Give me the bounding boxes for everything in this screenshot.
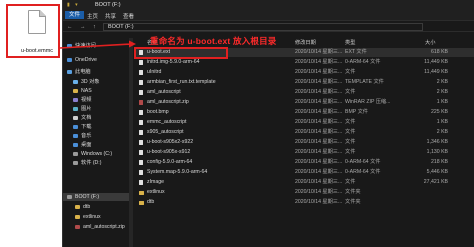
- file-icon: [139, 120, 143, 125]
- folder-icon: [139, 191, 144, 195]
- table-row[interactable]: config-5.9.0-arm-64 2020/10/14 星期三... 0-AR…: [135, 158, 474, 167]
- file-icon: [139, 160, 143, 165]
- sidebar-item-drive-d[interactable]: 软件 (D:): [73, 159, 101, 167]
- zip-icon: [75, 224, 80, 229]
- document-icon: [73, 115, 78, 120]
- table-row[interactable]: extlinux 2020/10/14 星期三... 文件夹: [135, 188, 474, 197]
- table-row[interactable]: initrd.img-5.9.0-arm-64 2020/10/14 星期三...…: [135, 58, 474, 67]
- table-row[interactable]: boot.bmp 2020/10/14 星期三... BMP 文件 225 KB: [135, 108, 474, 117]
- annotation-text: 重命名为 u-boot.ext 放入根目录: [150, 36, 277, 46]
- tab-view[interactable]: 查看: [123, 12, 134, 20]
- file-list: 名称 修改日期 类型 大小 u-boot.ext 2020/10/14 星期三..…: [135, 34, 474, 247]
- tab-share[interactable]: 共享: [105, 12, 116, 20]
- folder-icon: [73, 88, 78, 93]
- table-row[interactable]: emmc_autoscript 2020/10/14 星期三... 文件 1 KB: [135, 118, 474, 127]
- table-row[interactable]: u-boot-s905x-s912 2020/10/14 星期三... 文件 1,13…: [135, 148, 474, 157]
- tab-file[interactable]: 文件: [65, 11, 85, 19]
- computer-icon: [67, 69, 72, 74]
- navigation-pane: 快速访问 OneDrive 此电脑 3D 对象 NAS 视频 图片 文档 下载 …: [63, 38, 129, 247]
- folder-icon: [139, 201, 144, 205]
- file-icon: [139, 60, 143, 65]
- sidebar-item-desktop[interactable]: 桌面: [73, 141, 91, 149]
- sidebar-item-music[interactable]: 音乐: [73, 132, 91, 140]
- file-icon: [139, 70, 143, 75]
- sidebar-item-quick-access[interactable]: 快速访问: [67, 42, 96, 50]
- star-icon: [67, 43, 72, 48]
- picture-icon: [73, 106, 78, 111]
- pane-splitter[interactable]: [129, 38, 133, 247]
- cube-icon: [73, 79, 78, 84]
- sidebar-item-videos[interactable]: 视频: [73, 96, 91, 104]
- desktop-icon: [73, 142, 78, 147]
- table-row[interactable]: aml_autoscript.zip 2020/10/14 星期三... WinRA…: [135, 98, 474, 107]
- music-icon: [73, 133, 78, 138]
- file-icon: [139, 80, 143, 85]
- drive-icon: [67, 194, 72, 199]
- file-icon: [139, 140, 143, 145]
- table-row[interactable]: uInitrd 2020/10/14 星期三... 文件 11,449 KB: [135, 68, 474, 77]
- ribbon: 文件 主页 共享 查看: [63, 10, 474, 21]
- title-bar: ▮ ▾ BOOT (F:): [63, 0, 474, 10]
- file-icon: [139, 110, 143, 115]
- sidebar-item-dtb[interactable]: dtb: [75, 203, 90, 211]
- sidebar-item-aml-autoscript-zip[interactable]: aml_autoscript.zip: [75, 223, 125, 231]
- annotation-highlight-row: [134, 47, 228, 59]
- file-icon: [139, 130, 143, 135]
- table-row[interactable]: s905_autoscript 2020/10/14 星期三... 文件 2 KB: [135, 128, 474, 137]
- table-row[interactable]: armbian_first_run.txt.template 2020/10/14…: [135, 78, 474, 87]
- file-icon: [139, 170, 143, 175]
- sidebar-item-drive-c[interactable]: Windows (C:): [73, 150, 112, 158]
- address-bar[interactable]: BOOT (F:): [103, 23, 423, 31]
- folder-icon: [75, 214, 80, 219]
- folder-icon: [75, 204, 80, 209]
- address-path: BOOT (F:): [108, 24, 134, 30]
- drive-icon: [73, 160, 78, 165]
- table-row[interactable]: System.map-5.9.0-arm-64 2020/10/14 星期三...…: [135, 168, 474, 177]
- drive-icon: [73, 151, 78, 156]
- tab-home[interactable]: 主页: [87, 12, 98, 20]
- table-row[interactable]: dtb 2020/10/14 星期三... 文件夹: [135, 198, 474, 207]
- table-row[interactable]: u-boot-s905x2-s922 2020/10/14 星期三... 文件 1,3…: [135, 138, 474, 147]
- window-title: BOOT (F:): [95, 2, 121, 8]
- sidebar-item-extlinux[interactable]: extlinux: [75, 213, 101, 221]
- sidebar-item-documents[interactable]: 文档: [73, 114, 91, 122]
- sidebar-item-this-pc[interactable]: 此电脑: [67, 68, 91, 76]
- video-icon: [73, 97, 78, 102]
- table-row[interactable]: zImage 2020/10/14 星期三... 文件 27,421 KB: [135, 178, 474, 187]
- sidebar-item-nas[interactable]: NAS: [73, 87, 92, 95]
- quick-access-toolbar-icon[interactable]: ▮ ▾: [67, 2, 80, 8]
- column-header-type[interactable]: 类型: [345, 39, 355, 46]
- sidebar-item-pictures[interactable]: 图片: [73, 105, 91, 113]
- sidebar-item-3d-objects[interactable]: 3D 对象: [73, 78, 99, 86]
- annotation-highlight-desktop-file: [6, 4, 60, 58]
- sidebar-item-boot-f[interactable]: BOOT (F:): [63, 193, 129, 201]
- sidebar-item-onedrive[interactable]: OneDrive: [67, 56, 97, 64]
- nav-arrows-icon[interactable]: ← → ↑: [67, 24, 99, 30]
- file-icon: [139, 150, 143, 155]
- file-icon: [139, 90, 143, 95]
- table-row[interactable]: aml_autoscript 2020/10/14 星期三... 文件 2 KB: [135, 88, 474, 97]
- column-header-size[interactable]: 大小: [425, 39, 435, 46]
- sidebar-item-downloads[interactable]: 下载: [73, 123, 91, 131]
- zip-icon: [139, 100, 143, 105]
- file-icon: [139, 180, 143, 185]
- address-bar-row: ← → ↑ BOOT (F:): [63, 22, 474, 32]
- column-header-date[interactable]: 修改日期: [295, 39, 316, 46]
- cloud-icon: [67, 57, 72, 62]
- download-icon: [73, 124, 78, 129]
